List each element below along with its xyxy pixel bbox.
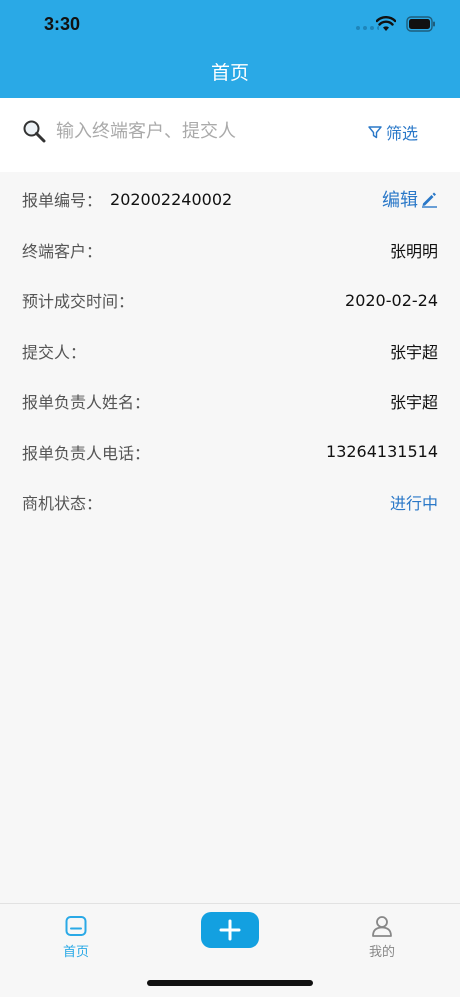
owner-phone-value: 13264131514: [326, 442, 438, 462]
detail-list: 报单编号： 202002240002 编辑 终端客户： 张明明 预计成交时间： …: [0, 174, 460, 528]
order-no-value: 202002240002: [110, 189, 233, 209]
status-time: 3:30: [44, 14, 81, 34]
search-field[interactable]: [22, 116, 248, 146]
deal-date-label: 预计成交时间：: [22, 292, 135, 312]
pencil-icon: [422, 192, 437, 208]
detail-row-status: 商机状态： 进行中: [0, 477, 460, 528]
detail-row-deal-date: 预计成交时间： 2020-02-24: [0, 275, 460, 326]
add-button[interactable]: [201, 912, 259, 948]
submitter-value: 张宇超: [389, 342, 438, 362]
tab-home[interactable]: 首页: [56, 914, 96, 960]
detail-row-owner-phone: 报单负责人电话： 13264131514: [0, 427, 460, 478]
edit-label: 编辑: [382, 190, 418, 212]
home-icon: [65, 916, 87, 936]
customer-label: 终端客户：: [22, 241, 103, 261]
detail-row-customer: 终端客户： 张明明: [0, 225, 460, 276]
edit-button[interactable]: 编辑: [382, 186, 438, 212]
tab-mine[interactable]: 我的: [362, 914, 402, 960]
tab-mine-label: 我的: [368, 945, 395, 960]
filter-label: 筛选: [385, 124, 418, 143]
page-title: 首页: [210, 62, 249, 84]
status-label: 商机状态：: [22, 494, 103, 514]
wifi-icon: [376, 16, 396, 31]
filter-button[interactable]: 筛选: [368, 120, 418, 144]
owner-name-label: 报单负责人姓名：: [22, 393, 151, 413]
filter-icon: [368, 126, 382, 139]
user-icon: [372, 916, 392, 937]
status-icons: [376, 16, 436, 32]
status-value: 进行中: [389, 494, 438, 514]
owner-name-value: 张宇超: [389, 393, 438, 413]
plus-icon: [219, 919, 241, 941]
submitter-label: 提交人：: [22, 342, 87, 362]
order-no-label: 报单编号：: [22, 191, 103, 211]
tab-home-label: 首页: [62, 945, 89, 960]
app-header: 3:30 首页: [0, 0, 460, 98]
deal-date-value: 2020-02-24: [345, 290, 438, 310]
search-icon: [23, 120, 46, 143]
owner-phone-label: 报单负责人电话：: [22, 443, 151, 463]
battery-icon: [406, 16, 435, 32]
home-indicator: [147, 980, 313, 986]
detail-row-owner-name: 报单负责人姓名： 张宇超: [0, 376, 460, 427]
detail-row-submitter: 提交人： 张宇超: [0, 326, 460, 377]
search-input[interactable]: [56, 120, 246, 142]
customer-value: 张明明: [389, 241, 438, 261]
detail-row-order-no: 报单编号： 202002240002 编辑: [0, 174, 460, 225]
